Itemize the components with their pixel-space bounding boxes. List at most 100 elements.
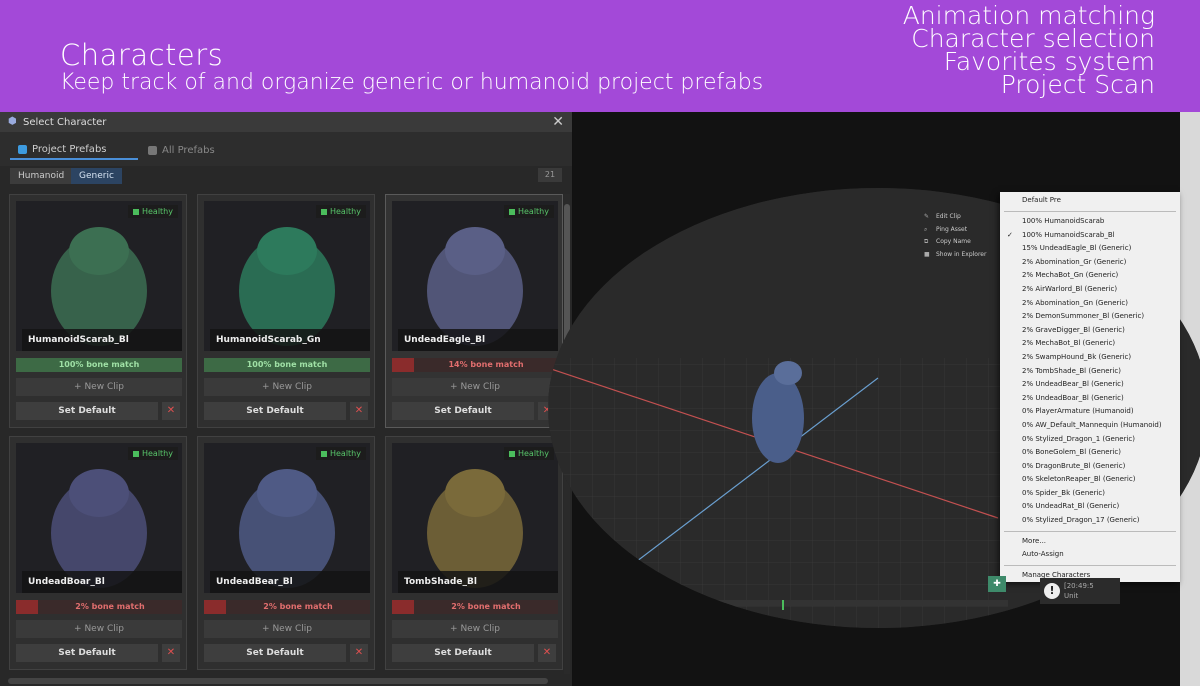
- character-name: TombShade_Bl: [398, 571, 558, 593]
- context-menu: ✎ Edit Clip ⌕ Ping Asset ⧉ Copy Name ■ Show …: [924, 211, 986, 261]
- status-badge: Healthy: [127, 205, 178, 218]
- dropdown-item[interactable]: 2% TombShade_Bl (Generic): [1000, 365, 1180, 379]
- close-icon[interactable]: ✕: [552, 114, 564, 130]
- tab-label: Project Prefabs: [32, 143, 107, 155]
- tab-project-prefabs[interactable]: Project Prefabs: [10, 140, 138, 160]
- dropdown-item[interactable]: 2% Abomination_Gr (Generic): [1000, 256, 1180, 270]
- dropdown-item[interactable]: 0% AW_Default_Mannequin (Humanoid): [1000, 419, 1180, 433]
- menu-item-copy-name[interactable]: ⧉ Copy Name: [924, 236, 986, 249]
- dropdown-more[interactable]: More...: [1000, 535, 1180, 549]
- character-name: HumanoidScarab_Gn: [210, 329, 370, 351]
- character-card[interactable]: Healthy HumanoidScarab_Bl 100% bone match +…: [9, 194, 187, 428]
- dropdown-item[interactable]: 2% GraveDigger_Bl (Generic): [1000, 324, 1180, 338]
- dropdown-auto-assign[interactable]: Auto-Assign: [1000, 548, 1180, 562]
- dropdown-item[interactable]: 0% SkeletonReaper_Bl (Generic): [1000, 473, 1180, 487]
- bone-match-bar: 2% bone match: [16, 600, 182, 614]
- dropdown-item[interactable]: 2% MechaBot_Bl (Generic): [1000, 337, 1180, 351]
- bone-match-bar: 2% bone match: [204, 600, 370, 614]
- set-default-button[interactable]: Set Default: [204, 644, 346, 662]
- character-name: UndeadBoar_Bl: [22, 571, 182, 593]
- window-title: Select Character: [23, 116, 107, 128]
- search-icon: ⌕: [924, 225, 928, 233]
- dropdown-item[interactable]: 100% HumanoidScarab: [1000, 215, 1180, 229]
- set-default-button[interactable]: Set Default: [204, 402, 346, 420]
- new-clip-button[interactable]: + New Clip: [16, 620, 182, 638]
- status-badge: Healthy: [315, 205, 366, 218]
- set-default-button[interactable]: Set Default: [392, 402, 534, 420]
- character-card[interactable]: Healthy UndeadEagle_Bl 14% bone match + New…: [385, 194, 563, 428]
- bone-match-bar: 100% bone match: [204, 358, 370, 372]
- dropdown-item[interactable]: 0% Stylized_Dragon_1 (Generic): [1000, 433, 1180, 447]
- pencil-icon: ✎: [924, 213, 930, 220]
- copy-icon: ⧉: [924, 238, 929, 245]
- feature-list: Animation matching Character selection F…: [903, 3, 1155, 99]
- unity-icon: ⬢: [8, 116, 17, 127]
- check-icon: ✓: [1007, 230, 1013, 239]
- dropdown-item[interactable]: 15% UndeadEagle_Bl (Generic): [1000, 242, 1180, 256]
- dropdown-item[interactable]: 2% UndeadBear_Bl (Generic): [1000, 378, 1180, 392]
- set-default-button[interactable]: Set Default: [392, 644, 534, 662]
- dropdown-item[interactable]: 2% AirWarlord_Bl (Generic): [1000, 283, 1180, 297]
- bone-match-bar: 2% bone match: [392, 600, 558, 614]
- dropdown-item[interactable]: ✓ 100% HumanoidScarab_Bl: [1000, 229, 1180, 243]
- filter-generic[interactable]: Generic: [71, 168, 122, 184]
- console-notice: ! [20:49:5 Unit: [1040, 578, 1120, 604]
- dropdown-item[interactable]: 2% Abomination_Gn (Generic): [1000, 297, 1180, 311]
- status-badge: Healthy: [315, 447, 366, 460]
- character-thumbnail[interactable]: Healthy HumanoidScarab_Bl: [16, 201, 182, 351]
- filter-bar: Humanoid Generic 21: [0, 166, 572, 186]
- feature-item: Project Scan: [1000, 70, 1155, 99]
- character-thumbnail[interactable]: Healthy UndeadBoar_Bl: [16, 443, 182, 593]
- dropdown-item[interactable]: 0% Spider_Bk (Generic): [1000, 487, 1180, 501]
- character-dropdown: Default Pre 100% HumanoidScarab ✓ 100% Hum…: [1000, 192, 1180, 582]
- character-thumbnail[interactable]: Healthy HumanoidScarab_Gn: [204, 201, 370, 351]
- horizontal-scrollbar[interactable]: [8, 678, 548, 684]
- menu-item-show-explorer[interactable]: ■ Show in Explorer: [924, 249, 986, 262]
- new-clip-button[interactable]: + New Clip: [392, 620, 558, 638]
- dropdown-item[interactable]: 2% SwampHound_Bk (Generic): [1000, 351, 1180, 365]
- new-clip-button[interactable]: + New Clip: [204, 378, 370, 396]
- dropdown-item[interactable]: 2% MechaBot_Gn (Generic): [1000, 269, 1180, 283]
- character-thumbnail[interactable]: Healthy UndeadEagle_Bl: [392, 201, 558, 351]
- avatar-icon[interactable]: ✚: [988, 576, 1006, 592]
- promo-banner: Characters Keep track of and organize ge…: [0, 0, 1200, 112]
- character-card[interactable]: Healthy UndeadBoar_Bl 2% bone match + New C…: [9, 436, 187, 670]
- bone-match-bar: 100% bone match: [16, 358, 182, 372]
- character-card[interactable]: Healthy TombShade_Bl 2% bone match + New Cl…: [385, 436, 563, 670]
- remove-button[interactable]: ✕: [538, 644, 556, 662]
- select-character-window: ⬢ Select Character ✕ Project Prefabs All…: [0, 112, 573, 686]
- menu-item-ping-asset[interactable]: ⌕ Ping Asset: [924, 224, 986, 237]
- character-name: HumanoidScarab_Bl: [22, 329, 182, 351]
- remove-button[interactable]: ✕: [350, 644, 368, 662]
- dropdown-item[interactable]: 0% Stylized_Dragon_17 (Generic): [1000, 514, 1180, 528]
- new-clip-button[interactable]: + New Clip: [204, 620, 370, 638]
- tab-bar: Project Prefabs All Prefabs: [0, 132, 572, 166]
- prefab-icon: [18, 144, 27, 154]
- dropdown-item[interactable]: 2% UndeadBoar_Bl (Generic): [1000, 392, 1180, 406]
- character-card[interactable]: Healthy UndeadBear_Bl 2% bone match + New C…: [197, 436, 375, 670]
- set-default-button[interactable]: Set Default: [16, 644, 158, 662]
- status-badge: Healthy: [503, 205, 554, 218]
- new-clip-button[interactable]: + New Clip: [392, 378, 558, 396]
- dropdown-item[interactable]: 0% DragonBrute_Bl (Generic): [1000, 460, 1180, 474]
- dropdown-item[interactable]: 0% UndeadRat_Bl (Generic): [1000, 500, 1180, 514]
- character-thumbnail[interactable]: Healthy UndeadBear_Bl: [204, 443, 370, 593]
- result-count: 21: [538, 168, 562, 182]
- new-clip-button[interactable]: + New Clip: [16, 378, 182, 396]
- remove-button[interactable]: ✕: [162, 402, 180, 420]
- remove-button[interactable]: ✕: [162, 644, 180, 662]
- filter-humanoid[interactable]: Humanoid: [10, 168, 73, 184]
- menu-item-edit-clip[interactable]: ✎ Edit Clip: [924, 211, 986, 224]
- dropdown-item[interactable]: 2% DemonSummoner_Bl (Generic): [1000, 310, 1180, 324]
- status-badge: Healthy: [127, 447, 178, 460]
- character-thumbnail[interactable]: Healthy TombShade_Bl: [392, 443, 558, 593]
- tab-all-prefabs[interactable]: All Prefabs: [148, 140, 215, 160]
- dropdown-item[interactable]: 0% PlayerArmature (Humanoid): [1000, 405, 1180, 419]
- folder-icon: [148, 145, 157, 155]
- window-titlebar: ⬢ Select Character ✕: [0, 112, 572, 132]
- remove-button[interactable]: ✕: [350, 402, 368, 420]
- character-card[interactable]: Healthy HumanoidScarab_Gn 100% bone match +…: [197, 194, 375, 428]
- set-default-button[interactable]: Set Default: [16, 402, 158, 420]
- dropdown-item[interactable]: 0% BoneGolem_Bl (Generic): [1000, 446, 1180, 460]
- bone-match-bar: 14% bone match: [392, 358, 558, 372]
